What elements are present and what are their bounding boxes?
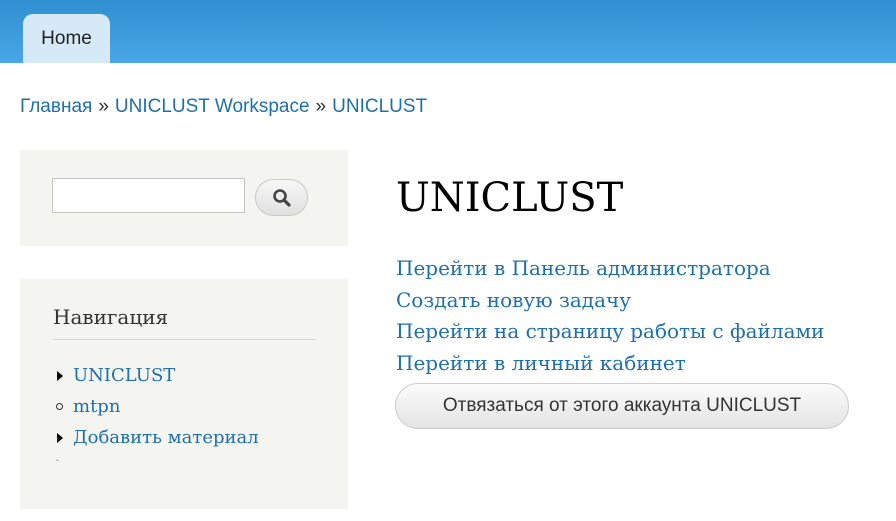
collapsed-triangle-icon xyxy=(53,370,73,381)
divider-dot xyxy=(56,460,59,461)
search-block xyxy=(20,150,348,246)
header-bar: Home xyxy=(0,0,896,63)
search-input[interactable] xyxy=(52,178,245,213)
search-icon xyxy=(272,188,291,207)
files-page-link[interactable]: Перейти на страницу работы с файлами xyxy=(396,318,824,350)
tab-home[interactable]: Home xyxy=(23,14,110,63)
collapsed-triangle-icon xyxy=(53,432,73,443)
breadcrumb-uniclust-link[interactable]: UNICLUST xyxy=(332,96,427,117)
nav-item-add-content: Добавить материал xyxy=(53,422,259,453)
admin-panel-link[interactable]: Перейти в Панель администратора xyxy=(396,255,824,287)
breadcrumb-home-link[interactable]: Главная xyxy=(20,96,92,117)
navigation-divider xyxy=(53,339,316,340)
search-button[interactable] xyxy=(255,179,308,216)
create-task-link[interactable]: Создать новую задачу xyxy=(396,287,824,319)
nav-link-mtpn[interactable]: mtpn xyxy=(73,396,120,417)
breadcrumb-separator: » xyxy=(98,96,109,117)
navigation-title: Навигация xyxy=(53,305,169,329)
personal-account-link[interactable]: Перейти в личный кабинет xyxy=(396,350,824,382)
navigation-list: UNICLUST mtpn Добавить материал xyxy=(53,360,259,453)
breadcrumb-workspace-link[interactable]: UNICLUST Workspace xyxy=(115,96,310,117)
page-title: UNICLUST xyxy=(396,175,624,221)
breadcrumb: Главная» UNICLUST Workspace» UNICLUST xyxy=(20,96,427,122)
nav-link-add-content[interactable]: Добавить материал xyxy=(73,427,259,448)
leaf-circle-icon xyxy=(53,403,73,410)
action-links: Перейти в Панель администратора Создать … xyxy=(396,255,824,381)
breadcrumb-separator: » xyxy=(315,96,327,117)
nav-link-uniclust[interactable]: UNICLUST xyxy=(73,365,175,386)
navigation-block: Навигация UNICLUST mtpn Добавить материа… xyxy=(20,279,348,509)
nav-item-uniclust: UNICLUST xyxy=(53,360,259,391)
unlink-account-button[interactable]: Отвязаться от этого аккаунта UNICLUST xyxy=(395,383,849,429)
nav-item-mtpn: mtpn xyxy=(53,391,259,422)
